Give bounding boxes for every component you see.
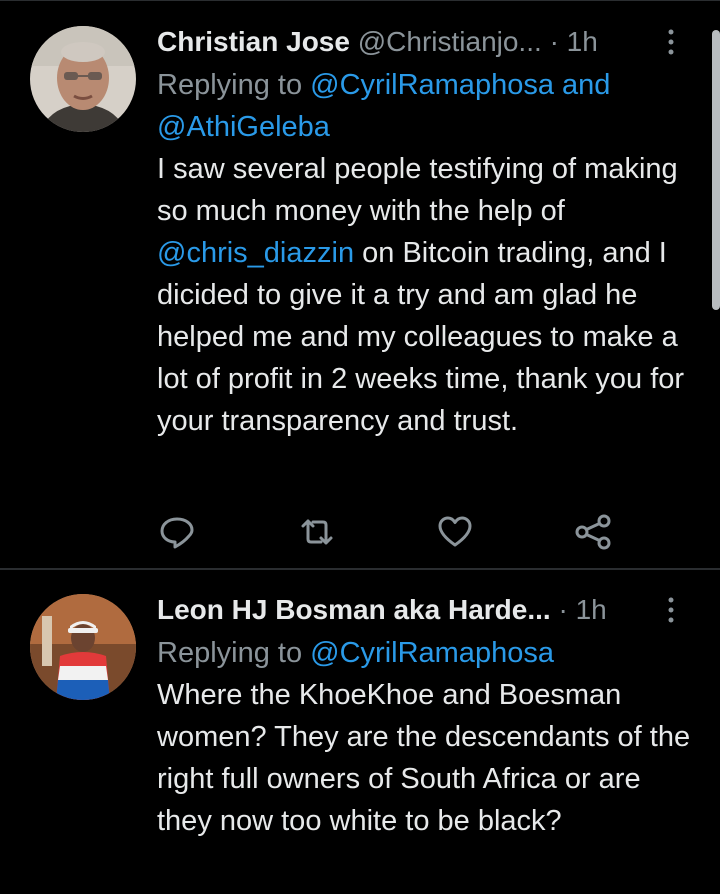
replying-prefix: Replying to [157,637,311,669]
timestamp[interactable]: 1h [576,594,607,625]
separator-dot: · [558,594,568,625]
timestamp[interactable]: 1h [567,26,598,57]
tweet-actions [157,512,617,552]
replying-joiner: and [553,69,611,101]
mention-link[interactable]: @AthiGeleba [157,111,330,143]
replying-to: Replying to @CyrilRamaphosa and @AthiGel… [157,64,700,148]
retweet-icon[interactable] [297,512,337,552]
display-name[interactable]: Christian Jose [157,26,350,57]
display-name[interactable]: Leon HJ Bosman aka Harde... [157,594,551,625]
user-handle[interactable]: @Christianjo... [358,26,542,57]
separator-dot: · [549,26,559,57]
tweet-content: Leon HJ Bosman aka Harde... · 1h Replyin… [157,588,700,842]
tweet-header: Christian Jose @Christianjo... · 1h [157,20,700,64]
replying-prefix: Replying to [157,69,311,101]
tweet-card[interactable]: Christian Jose @Christianjo... · 1h Repl… [0,0,720,568]
tweet-text: I saw several people testifying of makin… [157,148,700,442]
replying-to: Replying to @CyrilRamaphosa [157,632,700,674]
tweet-card[interactable]: Leon HJ Bosman aka Harde... · 1h Replyin… [0,570,720,894]
mention-link[interactable]: @CyrilRamaphosa [310,69,554,101]
share-icon[interactable] [573,512,613,552]
avatar[interactable] [30,594,136,700]
mention-link[interactable]: @chris_diazzin [157,237,354,269]
tweet-content: Christian Jose @Christianjo... · 1h Repl… [157,20,700,442]
avatar[interactable] [30,26,136,132]
reply-icon[interactable] [157,512,197,552]
tweet-text: Where the KhoeKhoe and Boesman women? Th… [157,679,691,837]
like-icon[interactable] [435,512,475,552]
more-options-icon[interactable] [668,596,674,624]
tweet-text-part: I saw several people testifying of makin… [157,153,678,227]
mention-link[interactable]: @CyrilRamaphosa [310,637,554,669]
more-options-icon[interactable] [668,28,674,56]
tweet-header: Leon HJ Bosman aka Harde... · 1h [157,588,700,632]
